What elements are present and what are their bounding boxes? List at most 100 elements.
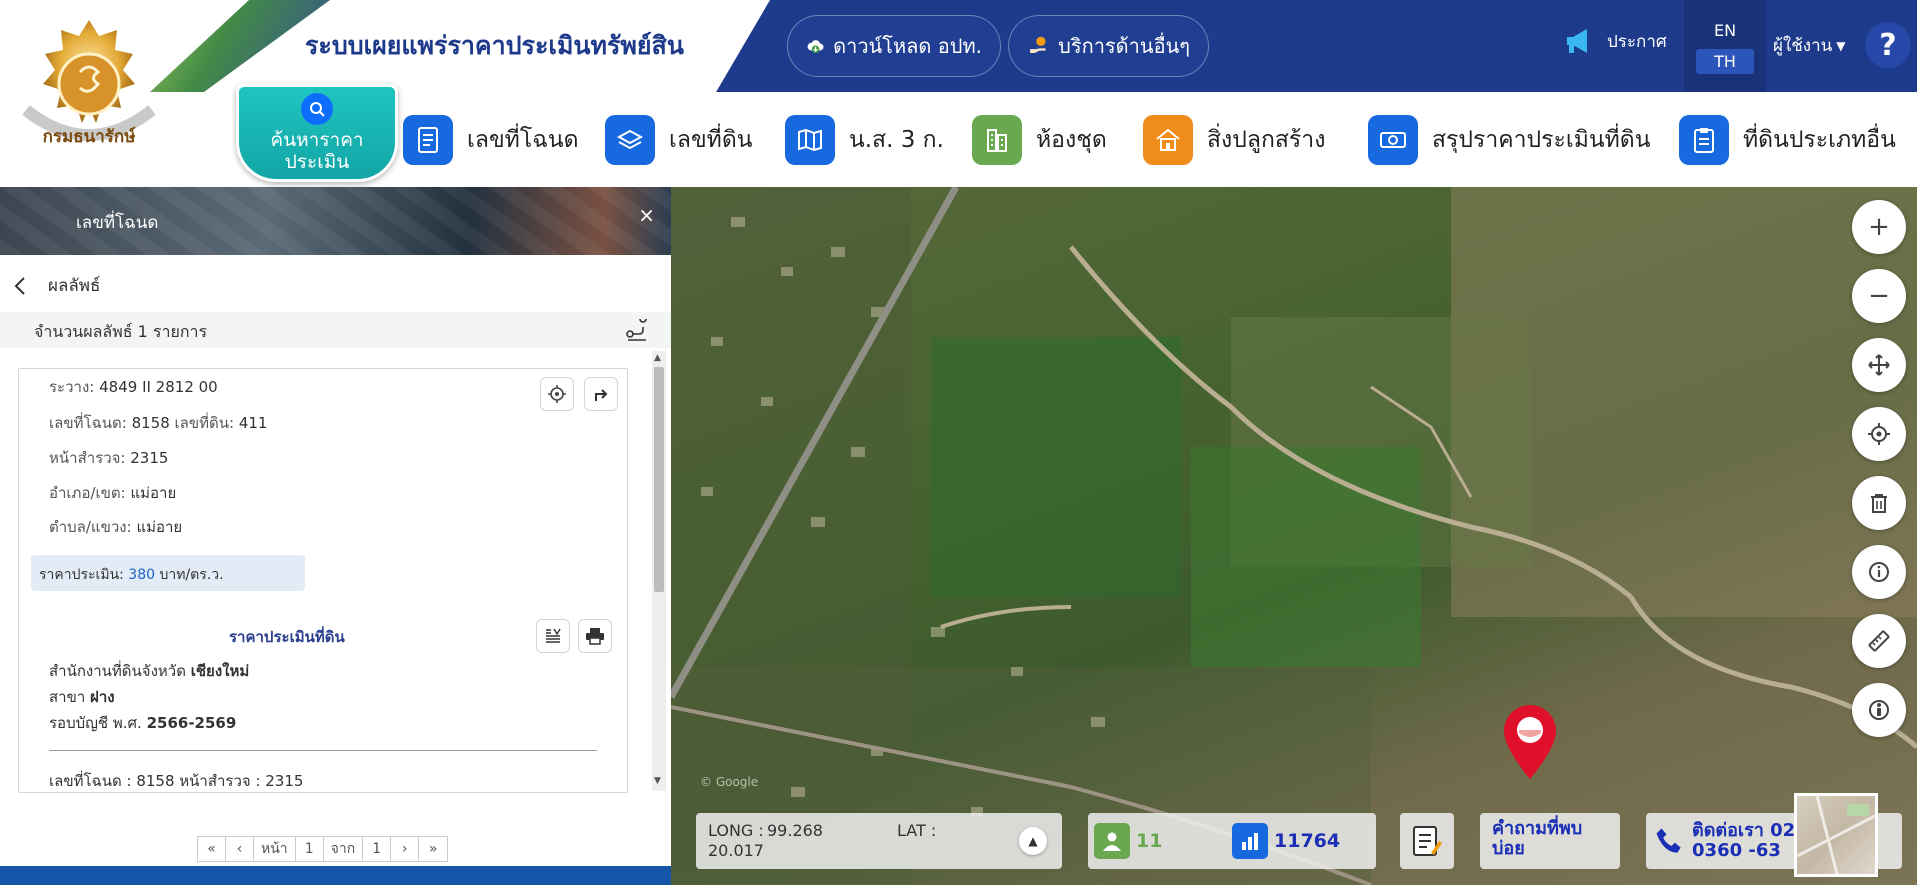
period-value: 2566-2569	[146, 714, 237, 732]
online-users: 11	[1094, 823, 1162, 859]
route-icon[interactable]	[625, 319, 649, 341]
survey-label: หน้าสำรวจ:	[49, 449, 126, 467]
price-value: 380	[128, 567, 156, 583]
scrollbar-thumb[interactable]	[654, 367, 664, 592]
subdistrict-label: ตำบล/แขวง:	[49, 518, 132, 536]
zoom-out-icon[interactable]: −	[1852, 269, 1906, 323]
search-price-button[interactable]: ค้นหาราคาประเมิน	[236, 84, 398, 182]
nav-condo[interactable]: ห้องชุด	[972, 115, 1107, 165]
back-to-results[interactable]: ผลลัพธ์	[14, 272, 100, 299]
nav-land-number[interactable]: เลขที่ดิน	[605, 115, 753, 165]
ruler-icon[interactable]	[1852, 614, 1906, 668]
map-attribution: © Google	[700, 775, 759, 789]
lat-label: LAT :	[897, 821, 937, 840]
lang-en-option[interactable]: EN	[1696, 18, 1754, 43]
printer-icon	[586, 628, 604, 645]
pan-icon[interactable]	[1852, 338, 1906, 392]
user-menu[interactable]: ผู้ใช้งาน ▼	[1773, 32, 1846, 59]
total-visits-count: 11764	[1274, 830, 1341, 852]
text-view-button[interactable]	[536, 619, 570, 653]
caret-down-icon: ▼	[1836, 38, 1846, 53]
district-label: อำเภอ/เขต:	[49, 484, 126, 502]
trash-icon[interactable]	[1852, 476, 1906, 530]
page-label: หน้า	[254, 837, 296, 861]
district-value: แม่อาย	[130, 484, 177, 502]
land-value: 411	[238, 414, 268, 432]
nav-ns3k[interactable]: น.ส. 3 ก.	[785, 115, 944, 165]
result-count: จำนวนผลลัพธ์ 1 รายการ	[34, 322, 208, 341]
nav-building[interactable]: สิ่งปลูกสร้าง	[1143, 115, 1325, 165]
rawang-value: 4849 II 2812 00	[99, 378, 218, 396]
satellite-map[interactable]	[671, 187, 1917, 885]
locate-icon[interactable]	[1852, 407, 1906, 461]
lang-th-option[interactable]: TH	[1696, 49, 1754, 74]
zoom-in-icon[interactable]: +	[1852, 200, 1906, 254]
branch-name: ฝาง	[90, 688, 115, 706]
period-prefix: รอบบัญชี พ.ศ.	[49, 714, 142, 732]
panel-title: เลขที่โฉนด	[76, 213, 159, 233]
last-page-button[interactable]: »	[419, 837, 448, 861]
deed-label: เลขที่โฉนด:	[49, 414, 127, 432]
building-icon	[972, 115, 1022, 165]
nav-deed-number[interactable]: เลขที่โฉนด	[403, 115, 579, 165]
prev-page-button[interactable]: ‹	[226, 837, 254, 861]
next-page-button[interactable]: ›	[391, 837, 420, 861]
land-branch: สาขา ฝาง	[49, 685, 115, 709]
cloud-download-icon	[807, 40, 824, 54]
faq-button[interactable]: คำถามที่พบบ่อย	[1480, 813, 1620, 869]
download-button[interactable]: ดาวน์โหลด อปท.	[787, 15, 1001, 77]
announce-button[interactable]: ประกาศ	[1563, 26, 1667, 56]
layers-icon	[605, 115, 655, 165]
first-page-button[interactable]: «	[198, 837, 226, 861]
rawang-label: ระวาง:	[49, 378, 95, 396]
money-icon	[1368, 115, 1418, 165]
info-icon[interactable]	[1852, 545, 1906, 599]
map-icon	[785, 115, 835, 165]
coordinate-readout: LONG : 99.268 LAT : 20.017 ▲	[696, 813, 1062, 869]
office-province: เชียงใหม่	[190, 662, 250, 680]
print-button[interactable]	[578, 619, 612, 653]
nav-land-price-summary-label: สรุปราคาประเมินที่ดิน	[1432, 127, 1651, 153]
current-page[interactable]: 1	[295, 837, 324, 861]
result-scrollbar[interactable]: ▲ ▼	[652, 351, 666, 791]
document-icon	[403, 115, 453, 165]
help-button[interactable]: ?	[1865, 22, 1911, 68]
share-record-button[interactable]	[584, 377, 618, 411]
result-panel: เลขที่โฉนด × ผลลัพธ์ จำนวนผลลัพธ์ 1 รายก…	[0, 187, 671, 885]
subdistrict-value: แม่อาย	[136, 518, 183, 536]
record-rawang: ระวาง: 4849 II 2812 00	[49, 375, 218, 399]
search-icon	[301, 93, 333, 125]
nav-other-land[interactable]: ที่ดินประเภทอื่น	[1679, 115, 1896, 165]
logo-seal: กรมธนารักษ์	[14, 14, 164, 164]
record-deed: เลขที่โฉนด: 8158 เลขที่ดิน: 411	[49, 411, 267, 435]
scroll-up-arrow-icon[interactable]: ▲	[654, 353, 661, 363]
nav-land-price-summary[interactable]: สรุปราคาประเมินที่ดิน	[1368, 115, 1650, 165]
survey-value: 2315	[130, 449, 169, 467]
close-icon[interactable]: ×	[638, 203, 655, 227]
card-divider	[49, 750, 597, 751]
panel-banner: เลขที่โฉนด ×	[0, 187, 671, 255]
survey-form-button[interactable]	[1400, 813, 1454, 869]
search-price-label: ค้นหาราคาประเมิน	[270, 129, 364, 173]
price-label: ราคาประเมิน:	[39, 567, 124, 583]
pagination: « ‹ หน้า 1 จาก 1 › »	[197, 836, 449, 862]
deed-value: 8158	[131, 414, 170, 432]
scroll-down-arrow-icon[interactable]: ▼	[654, 776, 661, 786]
of-label: จาก	[323, 837, 364, 861]
land-label: เลขที่ดิน:	[174, 414, 235, 432]
result-card: ระวาง: 4849 II 2812 00 เลขที่โฉนด: 8158 …	[18, 368, 628, 793]
result-summary-bar: จำนวนผลลัพธ์ 1 รายการ	[0, 312, 671, 348]
locate-record-button[interactable]	[540, 377, 574, 411]
house-icon	[1143, 115, 1193, 165]
top-header: ระบบเผยแพร่ราคาประเมินทรัพย์สิน ดาวน์โหล…	[0, 0, 1917, 92]
overview-minimap[interactable]	[1794, 793, 1878, 877]
price-unit: บาท/ตร.ว.	[159, 567, 224, 583]
location-marker-icon[interactable]	[1500, 703, 1560, 785]
office-prefix: สำนักงานที่ดินจังหวัด	[49, 662, 186, 680]
lat-value: 20.017	[708, 841, 764, 860]
other-services-button[interactable]: บริการด้านอื่นๆ	[1008, 15, 1209, 77]
long-value: 99.268	[767, 821, 823, 840]
street-view-icon[interactable]	[1852, 683, 1906, 737]
chevron-up-icon[interactable]: ▲	[1019, 827, 1047, 855]
nav-condo-label: ห้องชุด	[1036, 127, 1107, 153]
